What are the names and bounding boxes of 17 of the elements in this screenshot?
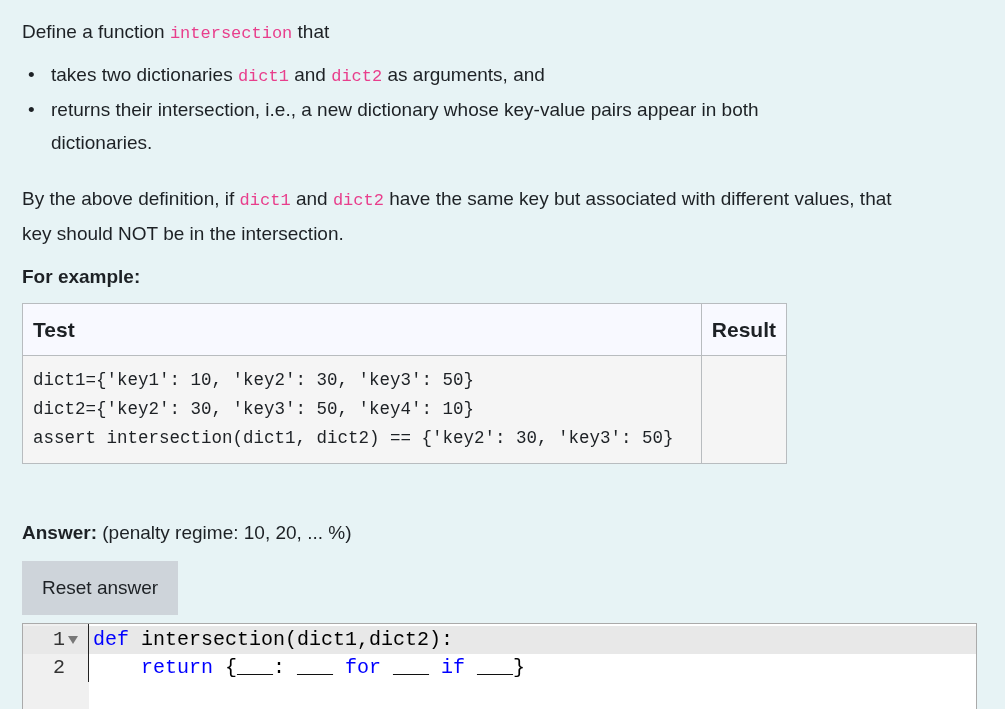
line-number: 1 xyxy=(53,627,65,653)
bullet-marker: • xyxy=(28,98,36,122)
column-header: Result xyxy=(701,303,787,356)
code-editor[interactable]: 1 2 def intersection(dict1,dict2): return {___: ___ for ___ if ___} xyxy=(22,623,977,709)
column-header: Test xyxy=(22,303,702,356)
test-cell: dict1={'key1': 10, 'key2': 30, 'key3': 50} dict2={'key2': 30, 'key3': 50, 'key4': 10} assert intersection(dict1, dict2) == {'key2': 30, 'key3': 50} xyxy=(22,355,702,464)
reset-answer-button[interactable]: Reset answer xyxy=(22,561,179,615)
intro-text: Define a function intersection that xyxy=(22,20,331,45)
note-text: By the above definition, if dict1 and dict2 have the same key but associated with different values, that key should NOT be in the intersection. xyxy=(22,187,892,246)
line-number: 2 xyxy=(53,655,65,681)
example-heading: For example: xyxy=(22,265,142,289)
bullet-text: returns their intersection, i.e., a new dictionary whose key-value pairs appear in both dictionaries. xyxy=(51,98,760,155)
bullet-marker: • xyxy=(28,63,36,87)
fold-arrow-icon[interactable] xyxy=(68,636,78,644)
bullet-text: takes two dictionaries dict1 and dict2 as arguments, and xyxy=(51,63,546,88)
answer-label: Answer: (penalty regime: 10, 20, ... %) xyxy=(22,521,353,545)
code-line: return {___: ___ for ___ if ___} xyxy=(140,655,527,681)
